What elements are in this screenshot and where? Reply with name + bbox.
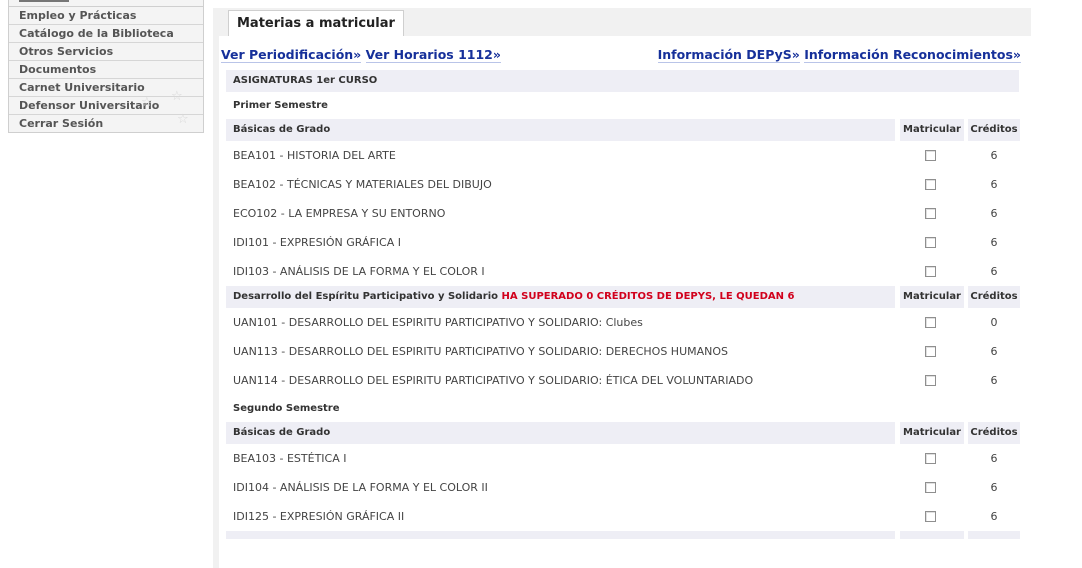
table-row: UAN101 - DESARROLLO DEL ESPIRITU PARTICI… (226, 308, 1019, 337)
links-left: Ver Periodificación» Ver Horarios 1112» (221, 47, 501, 63)
matricular-checkbox[interactable] (925, 482, 936, 493)
table-row: BEA102 - TÉCNICAS Y MATERIALES DEL DIBUJ… (226, 170, 1019, 199)
matricular-checkbox[interactable] (925, 179, 936, 190)
content-area: Ver Periodificación» Ver Horarios 1112» … (219, 36, 1031, 568)
column-header-matricular: Matricular (900, 119, 964, 141)
matricular-checkbox[interactable] (925, 317, 936, 328)
sidebar-item-documentos[interactable]: Documentos (9, 61, 203, 79)
table-row: IDI125 - EXPRESIÓN GRÁFICA II 6 (226, 502, 1019, 531)
column-header-partial (968, 531, 1020, 539)
matricular-checkbox[interactable] (925, 346, 936, 357)
depys-warning: HA SUPERADO 0 CRÉDITOS DE DEPYS, LE QUED… (501, 291, 795, 302)
subject-credits: 0 (990, 316, 998, 329)
ver-horarios-link[interactable]: Ver Horarios 1112» (365, 47, 501, 63)
informacion-reconocimientos-link[interactable]: Información Reconocimientos» (804, 47, 1021, 63)
subject-credits: 6 (990, 510, 998, 523)
main-panel: Materias a matricular Ver Periodificació… (213, 8, 1031, 568)
matricular-checkbox[interactable] (925, 150, 936, 161)
column-header-creditos: Créditos (968, 286, 1020, 308)
links-right: Información DEPyS» Información Reconocim… (657, 47, 1021, 63)
table-row: UAN114 - DESARROLLO DEL ESPIRITU PARTICI… (226, 366, 1019, 395)
subject-credits: 6 (990, 374, 998, 387)
tab-materias-a-matricular[interactable]: Materias a matricular (228, 10, 404, 37)
subjects-table: ASIGNATURAS 1er CURSO Primer Semestre Bá… (226, 70, 1020, 553)
sidebar-item-cerrar-sesion[interactable]: Cerrar Sesión ☆ (9, 112, 203, 132)
semester-heading: Primer Semestre (233, 100, 328, 111)
sidebar-top-edge (9, 0, 203, 7)
column-header-matricular: Matricular (900, 286, 964, 308)
sidebar-item-biblioteca[interactable]: Catálogo de la Biblioteca (9, 25, 203, 43)
table-row: IDI103 - ANÁLISIS DE LA FORMA Y EL COLOR… (226, 257, 1019, 286)
subject-name: UAN114 - DESARROLLO DEL ESPIRITU PARTICI… (233, 374, 754, 387)
subject-name: ECO102 - LA EMPRESA Y SU ENTORNO (233, 207, 446, 220)
table-row: BEA101 - HISTORIA DEL ARTE 6 (226, 141, 1019, 170)
subject-credits: 6 (990, 452, 998, 465)
subject-name: BEA103 - ESTÉTICA I (233, 452, 347, 465)
star-icon: ☆ (177, 112, 189, 127)
subject-credits: 6 (990, 265, 998, 278)
subject-credits: 6 (990, 207, 998, 220)
sidebar-item-defensor-label: Defensor Universitario (19, 99, 160, 112)
column-header-matricular: Matricular (900, 422, 964, 444)
matricular-checkbox[interactable] (925, 266, 936, 277)
group-name: Básicas de Grado (226, 119, 895, 141)
course-title: ASIGNATURAS 1er CURSO (226, 70, 1019, 92)
star-icon: ☆ (171, 89, 183, 104)
subject-credits: 6 (990, 481, 998, 494)
column-header-creditos: Créditos (968, 422, 1020, 444)
group-header: Básicas de Grado Matricular Créditos (226, 422, 1020, 444)
links-row: Ver Periodificación» Ver Horarios 1112» … (221, 47, 1021, 65)
subject-credits: 6 (990, 236, 998, 249)
matricular-checkbox[interactable] (925, 375, 936, 386)
subject-name: IDI101 - EXPRESIÓN GRÁFICA I (233, 236, 402, 249)
ver-periodificacion-link[interactable]: Ver Periodificación» (221, 47, 362, 63)
subject-name: IDI103 - ANÁLISIS DE LA FORMA Y EL COLOR… (233, 265, 485, 278)
table-row: IDI101 - EXPRESIÓN GRÁFICA I 6 (226, 228, 1019, 257)
group-header: Desarrollo del Espíritu Participativo y … (226, 286, 1020, 308)
subject-credits: 6 (990, 149, 998, 162)
semester-heading: Segundo Semestre (233, 403, 340, 414)
group-name-label: Desarrollo del Espíritu Participativo y … (233, 291, 499, 302)
table-row: UAN113 - DESARROLLO DEL ESPIRITU PARTICI… (226, 337, 1019, 366)
matricular-checkbox[interactable] (925, 237, 936, 248)
group-header-partial (226, 531, 1020, 553)
matricular-checkbox[interactable] (925, 511, 936, 522)
subject-name: BEA101 - HISTORIA DEL ARTE (233, 149, 396, 162)
subject-name: BEA102 - TÉCNICAS Y MATERIALES DEL DIBUJ… (233, 178, 492, 191)
subject-name: UAN113 - DESARROLLO DEL ESPIRITU PARTICI… (233, 345, 728, 358)
sidebar-item-otros-servicios[interactable]: Otros Servicios (9, 43, 203, 61)
group-header: Básicas de Grado Matricular Créditos (226, 119, 1020, 141)
group-name: Básicas de Grado (226, 422, 895, 444)
sidebar-item-empleo[interactable]: Empleo y Prácticas (9, 7, 203, 25)
table-row: ECO102 - LA EMPRESA Y SU ENTORNO 6 (226, 199, 1019, 228)
subject-name: IDI104 - ANÁLISIS DE LA FORMA Y EL COLOR… (233, 481, 488, 494)
column-header-partial (900, 531, 964, 539)
sidebar-item-defensor[interactable]: Defensor Universitario ☆ ☆ (9, 89, 203, 115)
subject-name: IDI125 - EXPRESIÓN GRÁFICA II (233, 510, 405, 523)
matricular-checkbox[interactable] (925, 453, 936, 464)
subject-credits: 6 (990, 345, 998, 358)
subject-credits: 6 (990, 178, 998, 191)
subject-name: UAN101 - DESARROLLO DEL ESPIRITU PARTICI… (233, 316, 643, 329)
star-icon: ☆ (141, 95, 153, 110)
informacion-depys-link[interactable]: Información DEPyS» (657, 47, 800, 63)
sidebar-menu: Empleo y Prácticas Catálogo de la Biblio… (8, 0, 204, 133)
group-name-partial (226, 531, 895, 539)
group-name: Desarrollo del Espíritu Participativo y … (226, 286, 895, 308)
sidebar-item-cerrar-sesion-label: Cerrar Sesión (19, 117, 104, 130)
column-header-creditos: Créditos (968, 119, 1020, 141)
matricular-checkbox[interactable] (925, 208, 936, 219)
table-row: IDI104 - ANÁLISIS DE LA FORMA Y EL COLOR… (226, 473, 1019, 502)
table-row: BEA103 - ESTÉTICA I 6 (226, 444, 1019, 473)
